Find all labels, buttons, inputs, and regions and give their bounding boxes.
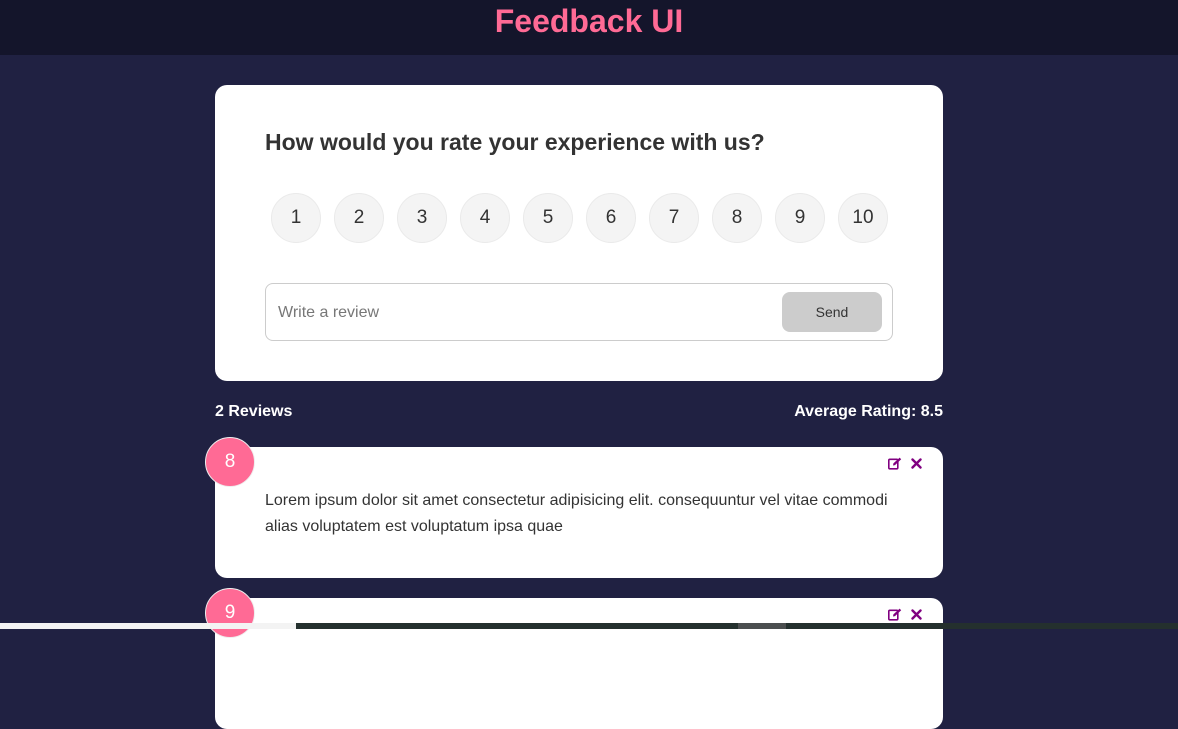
rating-option-5[interactable]: 5 [523, 193, 573, 243]
rating-option-10[interactable]: 10 [838, 193, 888, 243]
close-icon[interactable] [909, 456, 923, 470]
review-actions [888, 456, 923, 470]
rating-option-2[interactable]: 2 [334, 193, 384, 243]
review-card: 9 [205, 588, 943, 729]
review-rating-badge: 8 [205, 437, 255, 487]
rating-option-7[interactable]: 7 [649, 193, 699, 243]
review-text: Lorem ipsum dolor sit amet consectetur a… [265, 492, 888, 535]
rating-question: How would you rate your experience with … [265, 129, 765, 155]
feedback-stats: 2 Reviews Average Rating: 8.5 [215, 403, 943, 421]
review-count: 2 Reviews [215, 403, 293, 420]
rating-option-8[interactable]: 8 [712, 193, 762, 243]
bottom-edge-strip [0, 623, 1178, 629]
rating-option-1[interactable]: 1 [271, 193, 321, 243]
rating-option-6[interactable]: 6 [586, 193, 636, 243]
review-card: 8 Lorem ipsum dolor sit amet consectetur… [205, 437, 943, 578]
rating-options: 1 2 3 4 5 6 7 8 9 10 [271, 193, 888, 243]
app-title: Feedback UI [494, 3, 684, 39]
app-header: Feedback UI [0, 0, 1178, 55]
send-button[interactable]: Send [782, 292, 882, 332]
review-input[interactable] [276, 294, 780, 332]
edit-icon[interactable] [888, 456, 902, 470]
rating-option-4[interactable]: 4 [460, 193, 510, 243]
rating-card: How would you rate your experience with … [215, 85, 943, 381]
rating-option-3[interactable]: 3 [397, 193, 447, 243]
rating-option-9[interactable]: 9 [775, 193, 825, 243]
edit-icon[interactable] [888, 607, 902, 621]
average-rating: Average Rating: 8.5 [794, 403, 943, 420]
review-input-group: Send [265, 283, 893, 341]
review-rating-badge: 9 [205, 588, 255, 638]
close-icon[interactable] [909, 607, 923, 621]
review-actions [888, 607, 923, 621]
